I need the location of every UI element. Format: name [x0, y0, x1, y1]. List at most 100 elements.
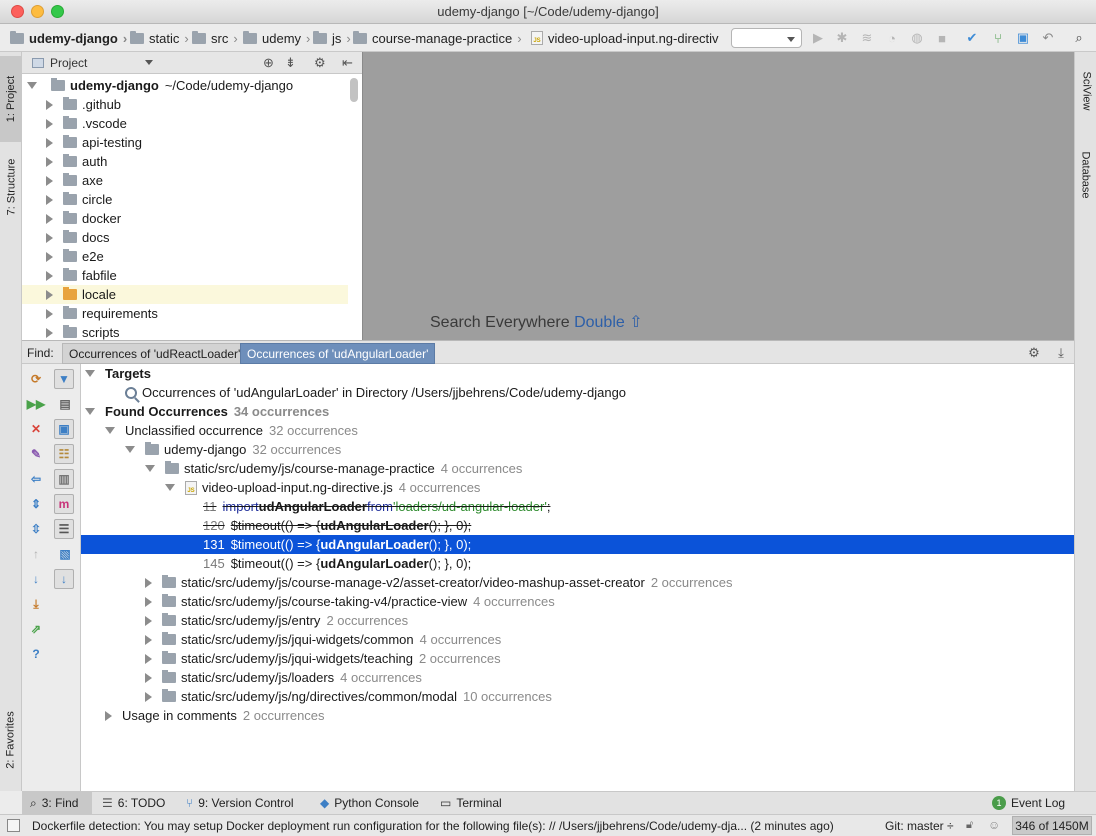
- run-all-icon[interactable]: ▶▶: [27, 395, 45, 413]
- group-by-module-toggle[interactable]: ▣: [54, 419, 74, 439]
- hide-panel-icon[interactable]: ⤓: [1053, 345, 1069, 361]
- group-by-file-toggle[interactable]: m: [54, 494, 74, 514]
- tree-item[interactable]: axe: [22, 171, 348, 190]
- memory-indicator[interactable]: 346 of 1450M: [1012, 816, 1092, 835]
- tree-item[interactable]: circle: [22, 190, 348, 209]
- gear-icon[interactable]: ⚙: [314, 55, 326, 71]
- tree-item[interactable]: requirements: [22, 304, 348, 323]
- group-by-directory-toggle[interactable]: ☷: [54, 444, 74, 464]
- lock-icon[interactable]: 🔓︎: [966, 819, 973, 832]
- tree-item[interactable]: fabfile: [22, 266, 348, 285]
- project-view-select[interactable]: Project: [50, 56, 87, 70]
- tab-find[interactable]: ⌕ 3: Find: [22, 792, 92, 814]
- tree-item[interactable]: docker: [22, 209, 348, 228]
- tree-item[interactable]: .vscode: [22, 114, 348, 133]
- locate-icon[interactable]: ⊕: [263, 55, 274, 71]
- project-node[interactable]: udemy-django 32 occurrences: [81, 440, 1074, 459]
- directory-node[interactable]: static/src/udemy/js/jqui-widgets/teachin…: [81, 649, 1074, 668]
- search-everywhere-icon[interactable]: ⌕: [1071, 30, 1087, 46]
- directory-node[interactable]: static/src/udemy/js/loaders 4 occurrence…: [81, 668, 1074, 687]
- breadcrumb-root[interactable]: udemy-django ›: [10, 29, 127, 47]
- merge-usages-toggle[interactable]: ☰: [54, 519, 74, 539]
- target-item[interactable]: Occurrences of 'udAngularLoader' in Dire…: [81, 383, 1074, 402]
- tab-event-log[interactable]: 1 Event Log: [992, 792, 1065, 814]
- tab-version-control[interactable]: ⑂ 9: Version Control: [186, 792, 294, 814]
- group-by-type-icon[interactable]: ▤: [56, 395, 74, 413]
- breadcrumb-static[interactable]: static ›: [130, 29, 189, 47]
- profile-icon[interactable]: ◔: [884, 30, 900, 46]
- breadcrumb-src[interactable]: src ›: [192, 29, 238, 47]
- directory-node[interactable]: static/src/udemy/js/entry 2 occurrences: [81, 611, 1074, 630]
- usage-line[interactable]: 145 $timeout(() => { udAngularLoader (); …: [81, 554, 1074, 573]
- revert-icon[interactable]: ↶: [1040, 30, 1056, 46]
- unclassified-node[interactable]: Unclassified occurrence 32 occurrences: [81, 421, 1074, 440]
- tab-project[interactable]: 1: Project: [0, 56, 22, 142]
- project-scrollbar[interactable]: [350, 78, 358, 102]
- open-in-new-tab-icon[interactable]: ⇗: [27, 620, 45, 638]
- pin-icon[interactable]: ✎: [27, 445, 45, 463]
- tab-terminal[interactable]: ▭ Terminal: [440, 792, 502, 814]
- rerun-search-icon[interactable]: ⟳: [27, 370, 45, 388]
- comments-node[interactable]: Usage in comments 2 occurrences: [81, 706, 1074, 725]
- previous-occurrence-icon[interactable]: ⇦: [27, 470, 45, 488]
- toggle-tool-windows-icon[interactable]: [7, 819, 20, 832]
- tab-sciview[interactable]: SciView: [1075, 58, 1096, 124]
- coverage-icon[interactable]: ≋: [859, 30, 875, 46]
- directory-node[interactable]: static/src/udemy/js/jqui-widgets/common …: [81, 630, 1074, 649]
- hide-panel-icon[interactable]: ⇤: [342, 55, 353, 71]
- targets-node[interactable]: Targets: [81, 364, 1074, 383]
- breadcrumb-udemy[interactable]: udemy ›: [243, 29, 310, 47]
- previous-icon[interactable]: ↑: [27, 545, 45, 563]
- tab-database[interactable]: Database: [1075, 138, 1096, 212]
- tab-python-console[interactable]: ◆ Python Console: [320, 792, 419, 814]
- collapse-icon[interactable]: ⇟: [285, 55, 296, 71]
- tab-favorites[interactable]: 2: Favorites: [0, 692, 22, 788]
- vcs-history-icon[interactable]: ▣: [1015, 30, 1031, 46]
- inspector-icon[interactable]: ☺: [988, 818, 1000, 832]
- group-by-package-toggle[interactable]: ▥: [54, 469, 74, 489]
- tree-root[interactable]: udemy-django ~/Code/udemy-django: [22, 76, 348, 95]
- breadcrumb-js[interactable]: js ›: [313, 29, 351, 47]
- filter-toggle[interactable]: ▼: [54, 369, 74, 389]
- gear-icon[interactable]: ⚙: [1026, 345, 1042, 361]
- vcs-update-icon[interactable]: ✔: [964, 30, 980, 46]
- vcs-commit-icon[interactable]: ⑂: [990, 30, 1006, 46]
- concurrency-icon[interactable]: ◍: [909, 30, 925, 46]
- tab-todo[interactable]: ☰ 6: TODO: [102, 792, 165, 814]
- debug-icon[interactable]: ✱: [834, 30, 850, 46]
- close-icon[interactable]: ✕: [27, 420, 45, 438]
- tab-structure[interactable]: 7: Structure: [0, 144, 22, 230]
- tree-item[interactable]: locale: [22, 285, 348, 304]
- stop-icon[interactable]: ■: [934, 30, 950, 46]
- tree-item[interactable]: .github: [22, 95, 348, 114]
- chevron-down-icon[interactable]: [145, 60, 154, 69]
- tree-item[interactable]: scripts: [22, 323, 348, 340]
- run-icon[interactable]: ▶: [810, 30, 826, 46]
- export-icon[interactable]: ⤓: [27, 595, 45, 613]
- directory-node[interactable]: static/src/udemy/js/ng/directives/common…: [81, 687, 1074, 706]
- tree-item[interactable]: docs: [22, 228, 348, 247]
- usage-line-selected[interactable]: 131 $timeout(() => { udAngularLoader (); …: [81, 535, 1074, 554]
- tree-item[interactable]: api-testing: [22, 133, 348, 152]
- tree-item[interactable]: e2e: [22, 247, 348, 266]
- expand-all-icon[interactable]: ⇕: [27, 495, 45, 513]
- preview-icon[interactable]: ▧: [56, 545, 74, 563]
- sort-toggle[interactable]: ↓: [54, 569, 74, 589]
- status-message[interactable]: Dockerfile detection: You may setup Dock…: [32, 819, 834, 833]
- usage-line[interactable]: 11 import udAngularLoader from 'loaders/…: [81, 497, 1074, 516]
- usage-line[interactable]: 120 $timeout(() => { udAngularLoader (); …: [81, 516, 1074, 535]
- breadcrumb-course-manage-practice[interactable]: course-manage-practice ›: [353, 29, 522, 47]
- help-icon[interactable]: ?: [27, 645, 45, 663]
- next-icon[interactable]: ↓: [27, 570, 45, 588]
- directory-node[interactable]: static/src/udemy/js/course-manage-v2/ass…: [81, 573, 1074, 592]
- tab-occurrences-udangularloader[interactable]: Occurrences of 'udAngularLoader': [240, 343, 436, 364]
- collapse-all-icon[interactable]: ⇳: [27, 520, 45, 538]
- tab-occurrences-udreactloader[interactable]: Occurrences of 'udReactLoader': [62, 343, 248, 364]
- directory-node[interactable]: static/src/udemy/js/course-manage-practi…: [81, 459, 1074, 478]
- breadcrumb-file[interactable]: JS video-upload-input.ng-directiv: [531, 29, 719, 47]
- file-node[interactable]: JS video-upload-input.ng-directive.js 4 …: [81, 478, 1074, 497]
- run-configuration-select[interactable]: [731, 28, 802, 48]
- found-occurrences-node[interactable]: Found Occurrences 34 occurrences: [81, 402, 1074, 421]
- tree-item[interactable]: auth: [22, 152, 348, 171]
- git-branch-widget[interactable]: Git: master ÷: [885, 819, 954, 833]
